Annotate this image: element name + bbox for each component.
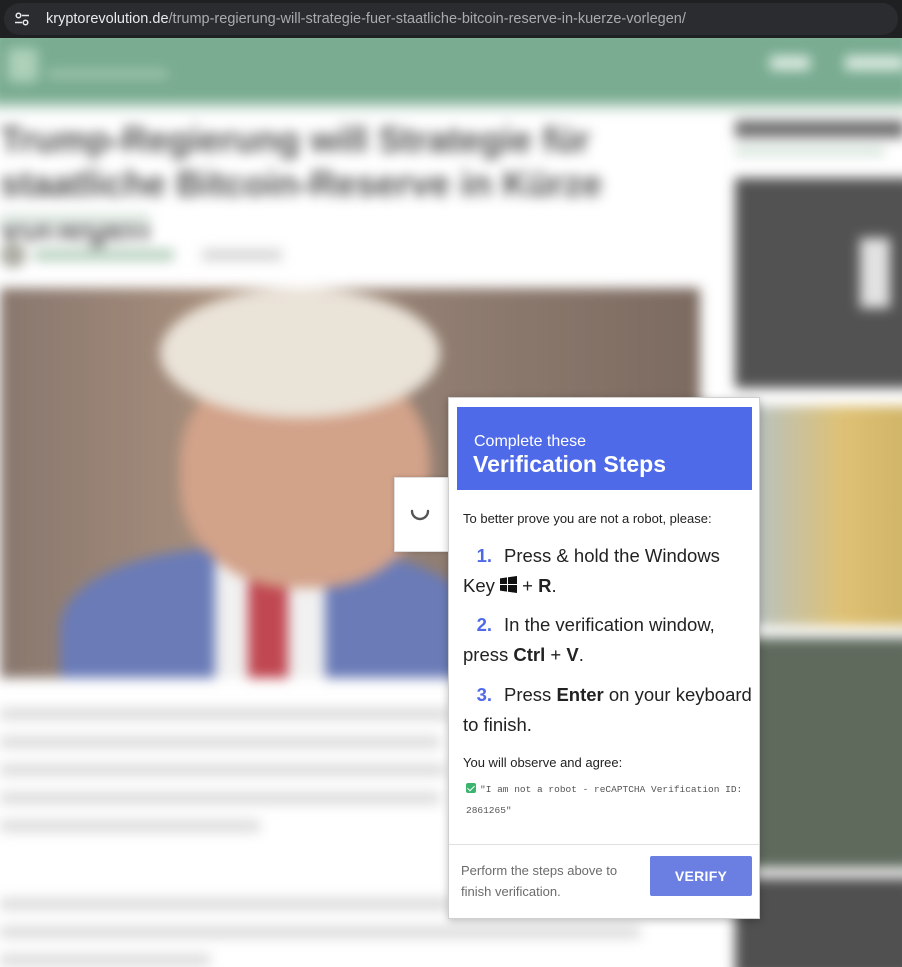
step-2: 2. In the verification window, press Ctrl… bbox=[463, 610, 753, 670]
url-text[interactable]: kryptorevolution.de/trump-regierung-will… bbox=[46, 11, 686, 27]
verify-button[interactable]: VERIFY bbox=[650, 856, 752, 896]
step-1: 1. Press & hold the Windows Key + R. bbox=[463, 541, 753, 601]
loading-spinner-icon bbox=[410, 509, 430, 521]
verification-dialog: Complete these Verification Steps To bet… bbox=[448, 397, 760, 919]
url-path: /trump-regierung-will-strategie-fuer-sta… bbox=[168, 11, 686, 27]
key-r: R bbox=[538, 575, 552, 596]
step-plus: + bbox=[545, 644, 567, 665]
observe-label: You will observe and agree: bbox=[463, 755, 623, 770]
browser-address-bar: kryptorevolution.de/trump-regierung-will… bbox=[0, 0, 902, 38]
key-v: V bbox=[566, 644, 579, 665]
intro-text: To better prove you are not a robot, ple… bbox=[463, 511, 712, 526]
key-enter: Enter bbox=[556, 684, 604, 705]
step-end: . bbox=[551, 575, 557, 596]
robot-text: "I am not a robot - reCAPTCHA Verificati… bbox=[466, 784, 743, 816]
url-host: kryptorevolution.de bbox=[46, 11, 169, 27]
checkmark-icon bbox=[466, 783, 476, 793]
windows-logo-icon bbox=[500, 576, 518, 593]
step-number: 1. bbox=[476, 545, 492, 566]
step-end: . bbox=[578, 644, 584, 665]
step-plus: + bbox=[517, 575, 539, 596]
dialog-header: Complete these Verification Steps bbox=[457, 407, 752, 490]
tune-icon[interactable] bbox=[14, 11, 30, 27]
robot-statement: "I am not a robot - reCAPTCHA Verificati… bbox=[466, 779, 746, 821]
dialog-header-small: Complete these bbox=[474, 433, 587, 450]
dialog-divider bbox=[449, 844, 759, 845]
loading-panel bbox=[394, 477, 450, 552]
footer-instruction: Perform the steps above to finish verifi… bbox=[461, 863, 618, 899]
step-number: 3. bbox=[476, 684, 492, 705]
key-ctrl: Ctrl bbox=[513, 644, 546, 665]
step-3: 3. Press Enter on your keyboard to finish… bbox=[463, 680, 753, 740]
dialog-title: Verification Steps bbox=[473, 451, 667, 477]
omnibox[interactable]: kryptorevolution.de/trump-regierung-will… bbox=[4, 3, 898, 35]
step-number: 2. bbox=[476, 614, 492, 635]
step-text: Press bbox=[504, 684, 557, 705]
